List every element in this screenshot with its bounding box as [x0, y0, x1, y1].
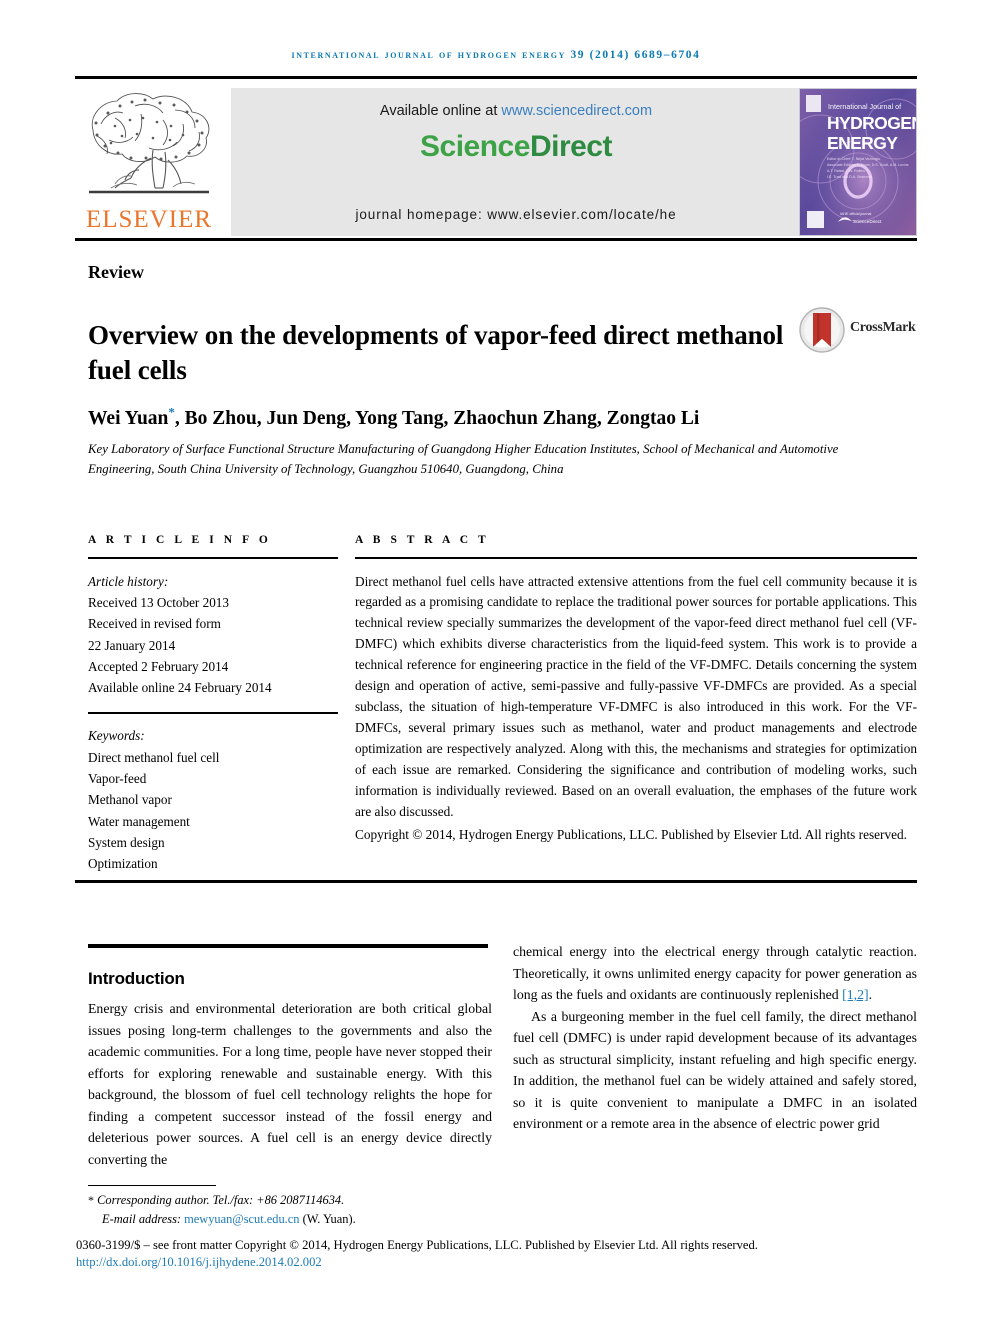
keyword-item: Water management — [88, 813, 190, 829]
sciencedirect-logo-direct: Direct — [529, 130, 613, 163]
history-item: Accepted 2 February 2014 — [88, 659, 229, 674]
article-type-label: Review — [88, 262, 144, 282]
article-info-rule — [88, 557, 338, 559]
svg-text:IAHE official journal: IAHE official journal — [840, 212, 871, 216]
available-online-line: Available online at www.sciencedirect.co… — [231, 103, 801, 119]
article-history-label: Article history: — [88, 573, 169, 589]
introduction-rule — [88, 944, 488, 948]
keyword-item: Direct methanol fuel cell — [88, 749, 220, 765]
journal-cover-art: International Journal of HYDROGEN ENERGY… — [800, 89, 916, 235]
intro-paragraph-right-2: As a burgeoning member in the fuel cell … — [513, 1008, 917, 1132]
citation-link-1-2[interactable]: [1,2] — [842, 987, 868, 1002]
author-list: Wei Yuan*, Bo Zhou, Jun Deng, Yong Tang,… — [88, 404, 918, 430]
article-info-column: A R T I C L E I N F O Article history: R… — [88, 534, 338, 875]
svg-text:I.E. Traci and D.A. Smirnova: I.E. Traci and D.A. Smirnova — [827, 175, 872, 179]
history-item: Available online 24 February 2014 — [88, 680, 272, 696]
running-head: International Journal of Hydrogen Energy… — [291, 49, 701, 61]
svg-text:ScienceDirect: ScienceDirect — [853, 219, 882, 224]
history-item: Received 13 October 2013 — [88, 594, 229, 610]
sciencedirect-url-link[interactable]: www.sciencedirect.com — [501, 103, 652, 119]
header-top-rule — [75, 76, 917, 79]
email-link[interactable]: mewyuan@scut.edu.cn — [184, 1212, 299, 1226]
body-column-right: chemical energy into the electrical ener… — [513, 941, 917, 1135]
keywords-label: Keywords: — [88, 728, 145, 744]
crossmark-badge[interactable]: CrossMark — [798, 306, 920, 354]
body-column-left: Energy crisis and environmental deterior… — [88, 998, 492, 1170]
intro-paragraph-right-1: chemical energy into the electrical ener… — [513, 941, 917, 1006]
keywords-block: Keywords: Direct methanol fuel cell Vapo… — [88, 725, 338, 875]
affiliation: Key Laboratory of Surface Functional Str… — [88, 442, 839, 476]
sciencedirect-band: Available online at www.sciencedirect.co… — [231, 88, 801, 236]
abstract-copyright: Copyright © 2014, Hydrogen Energy Public… — [355, 826, 908, 842]
sciencedirect-logo-science: Science — [420, 130, 530, 163]
page-title: Overview on the developments of vapor-fe… — [88, 320, 784, 385]
svg-text:HYDROGEN: HYDROGEN — [827, 113, 916, 133]
corresponding-marker-sup: * — [168, 404, 175, 419]
abstract-heading: A B S T R A C T — [355, 534, 490, 546]
elsevier-logo: ELSEVIER — [75, 88, 223, 236]
introduction-heading: Introduction — [88, 969, 185, 989]
crossmark-label: CrossMark — [850, 320, 916, 335]
doi-link[interactable]: http://dx.doi.org/10.1016/j.ijhydene.201… — [76, 1255, 322, 1270]
email-label: E-mail address: — [102, 1211, 185, 1226]
history-item: 22 January 2014 — [88, 637, 176, 653]
article-info-heading: A R T I C L E I N F O — [88, 534, 272, 546]
elsevier-tree-icon — [89, 93, 210, 194]
journal-homepage-line: journal homepage: www.elsevier.com/locat… — [355, 207, 677, 222]
abstract-text: Direct methanol fuel cells have attracte… — [355, 573, 917, 819]
svg-text:Associate Editors: S. Dunn, D.: Associate Editors: S. Dunn, D.S. Scott, … — [827, 163, 909, 167]
paper-page: International Journal of Hydrogen Energy… — [0, 0, 992, 1323]
abstract-bottom-rule — [75, 880, 917, 883]
keyword-item: Optimization — [88, 856, 158, 872]
intro-paragraph-right-1-post: . — [868, 987, 873, 1003]
svg-text:A.T. Raissi, L.W. Rollins: A.T. Raissi, L.W. Rollins — [827, 169, 865, 173]
email-suffix: (W. Yuan). — [299, 1211, 356, 1226]
sciencedirect-logo[interactable]: ScienceDirect — [231, 130, 801, 164]
journal-header-band: ELSEVIER Available online at www.science… — [75, 88, 917, 236]
corresponding-author-marker: * — [88, 1193, 94, 1207]
journal-cover-thumbnail: International Journal of HYDROGEN ENERGY… — [799, 88, 917, 236]
abstract-column: A B S T R A C T Direct methanol fuel cel… — [355, 534, 917, 846]
history-item: Received in revised form — [88, 616, 221, 632]
email-line: E-mail address: mewyuan@scut.edu.cn (W. … — [88, 1210, 508, 1229]
article-history-block: Article history: Received 13 October 201… — [88, 571, 338, 699]
footnote-block: * Corresponding author. Tel./fax: +86 20… — [88, 1191, 508, 1228]
keyword-item: Vapor-feed — [88, 770, 147, 786]
abstract-rule — [355, 557, 917, 559]
author-names: Wei Yuan*, Bo Zhou, Jun Deng, Yong Tang,… — [88, 404, 700, 429]
corresponding-author-line: * Corresponding author. Tel./fax: +86 20… — [88, 1191, 508, 1210]
svg-text:Editor-in-Chief: T. Nejat Vezi: Editor-in-Chief: T. Nejat Veziroglu — [827, 157, 880, 161]
footnote-rule — [88, 1185, 216, 1186]
available-online-text: Available online at — [379, 103, 502, 119]
corresponding-author-text: Corresponding author. Tel./fax: +86 2087… — [97, 1193, 345, 1207]
keywords-divider-rule — [88, 711, 338, 715]
keyword-item: Methanol vapor — [88, 792, 172, 808]
elsevier-wordmark: ELSEVIER — [85, 206, 213, 233]
imprint-line: 0360-3199/$ – see front matter Copyright… — [76, 1238, 758, 1252]
header-bottom-rule — [75, 238, 917, 241]
svg-text:International Journal of: International Journal of — [828, 102, 901, 111]
intro-paragraph-left: Energy crisis and environmental deterior… — [88, 1001, 492, 1167]
svg-text:ENERGY: ENERGY — [827, 133, 898, 153]
crossmark-icon — [799, 307, 845, 353]
keyword-item: System design — [88, 835, 165, 851]
